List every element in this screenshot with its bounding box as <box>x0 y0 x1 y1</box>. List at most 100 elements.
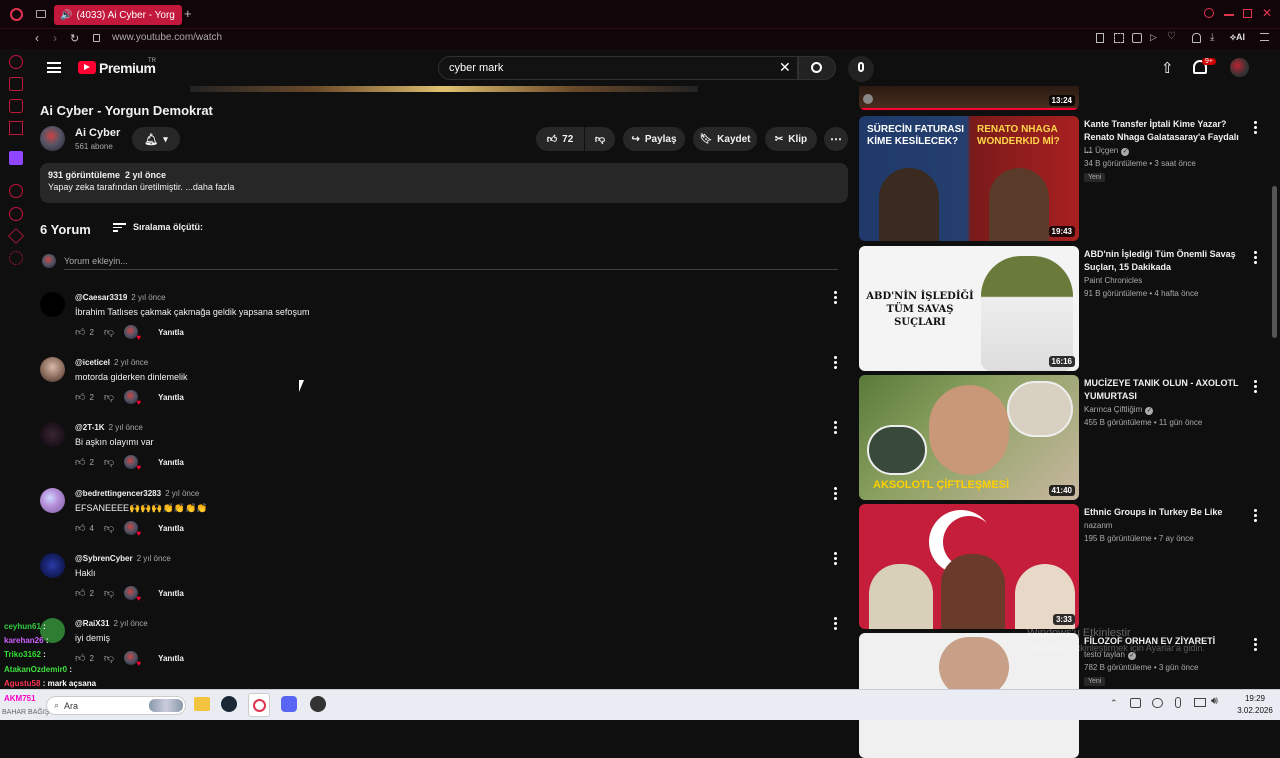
comment-avatar[interactable] <box>40 292 65 317</box>
comment-time[interactable]: 2 yıl önce <box>165 489 199 498</box>
tray-overflow-icon[interactable]: ⌃ <box>1110 698 1118 709</box>
channel-avatar[interactable] <box>40 126 65 151</box>
save-button[interactable]: 🔖︎ Kaydet <box>693 127 757 151</box>
video-thumbnail[interactable]: 3:33 <box>859 504 1079 629</box>
comment-author[interactable]: @SybrenCyber 2 yıl önce <box>75 554 171 563</box>
ai-icon[interactable]: ⟡AI <box>1230 32 1245 43</box>
maximize-icon[interactable] <box>1243 9 1252 18</box>
reload-icon[interactable]: ↻ <box>70 32 79 45</box>
browser-tab-active[interactable]: 🔊 (4033) Ai Cyber - Yorg <box>54 5 182 25</box>
comment-dislike-icon[interactable]: 👎︎ <box>104 522 114 534</box>
heart-icon[interactable]: ♡ <box>1167 31 1176 42</box>
youtube-logo-icon[interactable] <box>78 61 96 74</box>
volume-icon[interactable]: 🔊︎ <box>1211 695 1218 708</box>
comment-avatar[interactable] <box>40 553 65 578</box>
aria-icon[interactable] <box>9 55 23 69</box>
comment-author[interactable]: @Caesar3319 2 yıl önce <box>75 293 166 302</box>
comment-like-icon[interactable]: 👍︎ <box>75 522 85 534</box>
recommendation-title[interactable]: MUCİZEYE TANIK OLUN - AXOLOTL YUMURTASI <box>1084 377 1244 403</box>
player-icon[interactable]: ▷ <box>1150 32 1157 43</box>
recommendation-channel[interactable]: Karınca Çiftliğim ✓ <box>1084 405 1154 415</box>
add-comment-input[interactable]: Yorum ekleyin... <box>64 256 128 266</box>
messenger-icon[interactable] <box>9 99 23 113</box>
clock-date[interactable]: 3.02.2026 <box>1230 706 1280 715</box>
dislike-button[interactable]: 👎︎ <box>585 127 615 151</box>
video-player[interactable] <box>190 86 698 92</box>
comment-menu-icon[interactable] <box>830 419 840 434</box>
comment-time[interactable]: 2 yıl önce <box>131 293 165 302</box>
file-explorer-icon[interactable] <box>194 697 210 711</box>
video-thumbnail[interactable]: SÜRECİN FATURASI KİME KESİLECEK? RENATO N… <box>859 116 1079 241</box>
recommendation-channel[interactable]: nazanm <box>1084 521 1112 530</box>
recommendation-title[interactable]: Ethnic Groups in Turkey Be Like <box>1084 506 1244 519</box>
reply-button[interactable]: Yanıtla <box>158 589 184 598</box>
settings-gear-icon[interactable] <box>9 251 23 265</box>
comment-menu-icon[interactable] <box>830 550 840 565</box>
recommendation-menu-icon[interactable] <box>1251 508 1259 522</box>
reply-button[interactable]: Yanıtla <box>158 328 184 337</box>
tab-list-icon[interactable] <box>36 10 46 18</box>
create-upload-icon[interactable]: ⇧ <box>1161 59 1174 77</box>
recommendation-title[interactable]: ABD'nin İşlediği Tüm Önemli Savaş Suçlar… <box>1084 248 1244 274</box>
comment-dislike-icon[interactable]: 👎︎ <box>104 456 114 468</box>
recommendation-item[interactable]: AKSOLOTL ÇİFTLEŞMESİ 41:40 MUCİZEYE TANIK … <box>859 375 1279 500</box>
reply-button[interactable]: Yanıtla <box>158 458 184 467</box>
recommendation-item[interactable]: SÜRECİN FATURASI KİME KESİLECEK? RENATO N… <box>859 116 1279 241</box>
profile-icon[interactable] <box>1192 33 1201 43</box>
player-sidebar-icon[interactable] <box>9 184 23 198</box>
recommendation-menu-icon[interactable] <box>1251 379 1259 393</box>
share-button[interactable]: ↪ Paylaş <box>623 127 685 151</box>
comment-dislike-icon[interactable]: 👎︎ <box>104 326 114 338</box>
hamburger-icon[interactable] <box>47 62 61 73</box>
recommendation-channel[interactable]: Paint Chronicles <box>1084 276 1142 285</box>
new-tab-icon[interactable]: + <box>184 6 192 21</box>
news-icon[interactable] <box>9 121 23 135</box>
subscription-bell-button[interactable]: 🔔︎ ▾ <box>132 127 180 151</box>
url-field[interactable]: www.youtube.com/watch <box>112 32 222 43</box>
comment-like-icon[interactable]: 👍︎ <box>75 391 85 403</box>
comment-author[interactable]: @2T-1K 2 yıl önce <box>75 423 143 432</box>
comment-time[interactable]: 2 yıl önce <box>113 619 147 628</box>
forward-icon[interactable]: › <box>53 31 57 45</box>
bag-icon[interactable] <box>9 77 23 91</box>
menu-icon[interactable] <box>1260 33 1269 41</box>
comment-avatar[interactable] <box>40 488 65 513</box>
recommendation-channel[interactable]: L1 Üçgen ✓ <box>1084 146 1130 156</box>
bookmark-icon[interactable] <box>1096 33 1104 43</box>
description-box[interactable]: 931 görüntüleme 2 yıl önce Yapay zeka ta… <box>40 163 848 203</box>
channel-name[interactable]: Ai Cyber <box>75 127 120 139</box>
comment-author[interactable]: @iceticel 2 yıl önce <box>75 358 148 367</box>
close-window-icon[interactable]: ✕ <box>1262 6 1272 20</box>
recommendation-item[interactable]: 3:33 Ethnic Groups in Turkey Be Like nazan… <box>859 504 1279 629</box>
obs-icon[interactable] <box>310 696 326 712</box>
recommendation-item[interactable]: 13:24 <box>859 86 1279 110</box>
comment-time[interactable]: 2 yıl önce <box>109 423 143 432</box>
sort-button[interactable]: Sıralama ölçütü: <box>133 222 203 232</box>
recommendation-item[interactable]: ABD'NİN İŞLEDİĞİ TÜM SAVAŞ SUÇLARI 16:16 A… <box>859 246 1279 371</box>
comment-like-icon[interactable]: 👍︎ <box>75 456 85 468</box>
reply-button[interactable]: Yanıtla <box>158 654 184 663</box>
comment-like-icon[interactable]: 👍︎ <box>75 326 85 338</box>
comment-time[interactable]: 2 yıl önce <box>137 554 171 563</box>
twitch-icon[interactable] <box>9 151 23 165</box>
network-icon[interactable] <box>1194 698 1206 707</box>
adblock-icon[interactable] <box>1132 33 1142 43</box>
discord-icon[interactable] <box>281 696 297 712</box>
tray-app-icon[interactable] <box>1130 698 1141 708</box>
snapshot-icon[interactable] <box>1114 33 1124 43</box>
download-icon[interactable]: ⤓ <box>1210 32 1214 43</box>
opera-taskbar-button[interactable] <box>248 693 270 717</box>
recommendation-menu-icon[interactable] <box>1251 120 1259 134</box>
comment-dislike-icon[interactable]: 👎︎ <box>104 391 114 403</box>
steam-icon[interactable] <box>221 696 237 712</box>
clip-button[interactable]: ✂ Klip <box>765 127 817 151</box>
taskbar-search-box[interactable]: ⌕ Ara <box>46 696 186 715</box>
comment-avatar[interactable] <box>40 357 65 382</box>
clock-time[interactable]: 19:29 <box>1235 694 1275 703</box>
minimize-icon[interactable] <box>1224 14 1234 16</box>
recommendation-menu-icon[interactable] <box>1251 637 1259 651</box>
comment-dislike-icon[interactable]: 👎︎ <box>104 652 114 664</box>
comment-author[interactable]: @RaiX31 2 yıl önce <box>75 619 148 628</box>
user-avatar[interactable] <box>1230 58 1249 77</box>
video-thumbnail[interactable]: ABD'NİN İŞLEDİĞİ TÜM SAVAŞ SUÇLARI 16:16 <box>859 246 1079 371</box>
